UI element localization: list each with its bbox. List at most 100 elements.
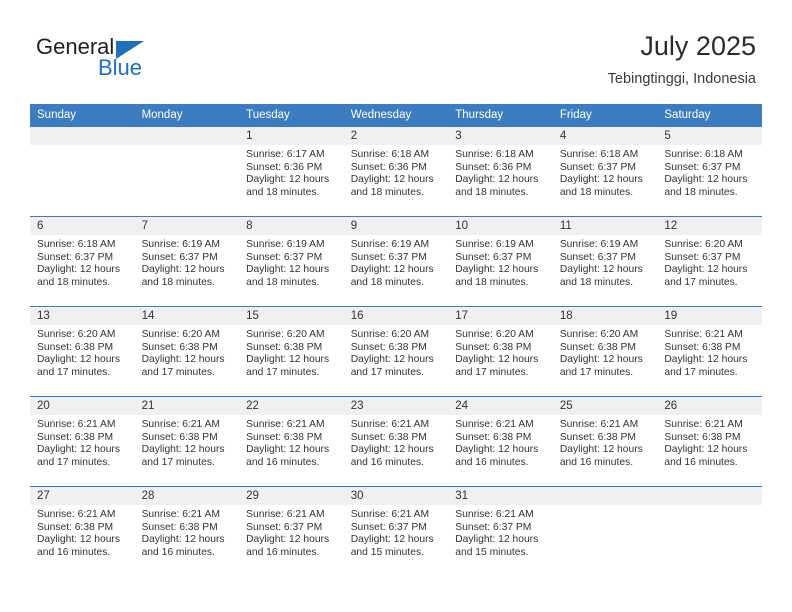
sunrise-text: Sunrise: 6:19 AM <box>350 239 430 250</box>
calendar-head: Sunday Monday Tuesday Wednesday Thursday Frid… <box>30 104 762 127</box>
sunrise-text: Sunrise: 6:18 AM <box>455 149 534 160</box>
day-number: 6 <box>30 217 135 235</box>
daylight-text-line2: and 18 minutes. <box>455 186 529 198</box>
sunset-text: Sunset: 6:36 PM <box>455 161 532 173</box>
day-number: 26 <box>657 397 762 415</box>
daylight-text-line2: and 17 minutes. <box>37 366 111 378</box>
calendar-day-cell[interactable]: 15 Sunrise: 6:20 AM Sunset: 6:38 PM Dayligh… <box>239 306 344 397</box>
calendar-day-cell[interactable]: 20 Sunrise: 6:21 AM Sunset: 6:38 PM Dayligh… <box>30 396 135 487</box>
day-cell-inner: 13 Sunrise: 6:20 AM Sunset: 6:38 PM Dayligh… <box>30 307 135 396</box>
calendar-day-cell[interactable]: 26 Sunrise: 6:21 AM Sunset: 6:38 PM Dayligh… <box>657 396 762 487</box>
daylight-text-line1: Daylight: 12 hours <box>141 444 225 456</box>
daylight-text-line2: and 17 minutes. <box>664 276 738 288</box>
calendar-day-cell[interactable]: 30 Sunrise: 6:21 AM Sunset: 6:37 PM Dayligh… <box>343 486 449 576</box>
sunrise-text: Sunrise: 6:18 AM <box>559 149 639 160</box>
day-cell-inner: 5 Sunrise: 6:18 AM Sunset: 6:37 PM Daylight… <box>657 127 762 216</box>
calendar-day-cell[interactable]: 24 Sunrise: 6:21 AM Sunset: 6:38 PM Dayligh… <box>448 396 553 487</box>
day-details: Sunrise: 6:20 AM Sunset: 6:38 PM Daylight:… <box>553 325 658 379</box>
calendar-day-cell[interactable]: 29 Sunrise: 6:21 AM Sunset: 6:37 PM Dayligh… <box>239 486 344 576</box>
calendar-day-cell[interactable]: 7 Sunrise: 6:19 AM Sunset: 6:37 PM Daylight… <box>134 216 240 307</box>
calendar-day-cell[interactable]: 12 Sunrise: 6:20 AM Sunset: 6:37 PM Dayligh… <box>657 216 762 307</box>
calendar-day-cell-empty <box>30 127 135 217</box>
daylight-text-line2: and 17 minutes. <box>350 366 424 378</box>
calendar-day-cell[interactable]: 22 Sunrise: 6:21 AM Sunset: 6:38 PM Dayligh… <box>239 396 344 487</box>
day-number: 30 <box>343 487 449 505</box>
calendar-day-cell[interactable]: 11 Sunrise: 6:19 AM Sunset: 6:37 PM Dayligh… <box>552 216 658 307</box>
calendar-day-cell[interactable]: 5 Sunrise: 6:18 AM Sunset: 6:37 PM Daylight… <box>657 127 762 217</box>
sunset-text: Sunset: 6:38 PM <box>455 341 532 353</box>
sunrise-text: Sunrise: 6:21 AM <box>350 509 430 520</box>
calendar-day-cell[interactable]: 2 Sunrise: 6:18 AM Sunset: 6:36 PM Daylight… <box>343 127 449 217</box>
daylight-text-line1: Daylight: 12 hours <box>664 354 748 366</box>
day-number: 4 <box>552 127 658 145</box>
calendar-day-cell[interactable]: 4 Sunrise: 6:18 AM Sunset: 6:37 PM Daylight… <box>552 127 658 217</box>
daylight-text-line2: and 17 minutes. <box>141 366 215 378</box>
day-number <box>30 127 135 145</box>
day-details: Sunrise: 6:21 AM Sunset: 6:38 PM Daylight:… <box>135 415 240 469</box>
sunset-text: Sunset: 6:36 PM <box>350 161 427 173</box>
day-details: Sunrise: 6:18 AM Sunset: 6:36 PM Daylight:… <box>448 145 553 199</box>
day-cell-inner: 14 Sunrise: 6:20 AM Sunset: 6:38 PM Dayligh… <box>134 307 240 396</box>
weekday-header-saturday: Saturday <box>657 104 762 127</box>
general-blue-logo[interactable]: General Blue <box>36 36 236 84</box>
calendar-day-cell[interactable]: 1 Sunrise: 6:17 AM Sunset: 6:36 PM Daylight… <box>239 127 344 217</box>
calendar-day-cell[interactable]: 6 Sunrise: 6:18 AM Sunset: 6:37 PM Daylight… <box>30 216 135 307</box>
calendar-day-cell[interactable]: 27 Sunrise: 6:21 AM Sunset: 6:38 PM Dayligh… <box>30 486 135 576</box>
day-cell-inner: 28 Sunrise: 6:21 AM Sunset: 6:38 PM Dayligh… <box>134 487 240 576</box>
daylight-text-line1: Daylight: 12 hours <box>664 264 748 276</box>
day-cell-inner: 27 Sunrise: 6:21 AM Sunset: 6:38 PM Dayligh… <box>30 487 135 576</box>
calendar-day-cell[interactable]: 31 Sunrise: 6:21 AM Sunset: 6:37 PM Dayligh… <box>448 486 553 576</box>
daylight-text-line1: Daylight: 12 hours <box>559 174 643 186</box>
day-number: 20 <box>30 397 135 415</box>
day-cell-inner: 6 Sunrise: 6:18 AM Sunset: 6:37 PM Daylight… <box>30 217 135 306</box>
calendar-day-cell[interactable]: 16 Sunrise: 6:20 AM Sunset: 6:38 PM Dayligh… <box>343 306 449 397</box>
day-cell-inner: 1 Sunrise: 6:17 AM Sunset: 6:36 PM Daylight… <box>239 127 344 216</box>
calendar-week-row: 6 Sunrise: 6:18 AM Sunset: 6:37 PM Daylight… <box>30 216 762 307</box>
sunrise-text: Sunrise: 6:21 AM <box>559 419 639 430</box>
day-number: 27 <box>30 487 135 505</box>
calendar-day-cell[interactable]: 18 Sunrise: 6:20 AM Sunset: 6:38 PM Dayligh… <box>552 306 658 397</box>
daylight-text-line2: and 18 minutes. <box>350 276 424 288</box>
daylight-text-line2: and 16 minutes. <box>559 456 634 468</box>
day-number: 17 <box>448 307 553 325</box>
calendar-day-cell[interactable]: 28 Sunrise: 6:21 AM Sunset: 6:38 PM Dayligh… <box>134 486 240 576</box>
calendar-day-cell[interactable]: 3 Sunrise: 6:18 AM Sunset: 6:36 PM Daylight… <box>448 127 553 217</box>
calendar-day-cell[interactable]: 19 Sunrise: 6:21 AM Sunset: 6:38 PM Dayligh… <box>657 306 762 397</box>
day-details: Sunrise: 6:18 AM Sunset: 6:37 PM Daylight:… <box>30 235 135 289</box>
day-number: 25 <box>552 397 658 415</box>
weekday-header-sunday: Sunday <box>30 104 135 127</box>
calendar-day-cell[interactable]: 25 Sunrise: 6:21 AM Sunset: 6:38 PM Dayligh… <box>552 396 658 487</box>
calendar-day-cell[interactable]: 23 Sunrise: 6:21 AM Sunset: 6:38 PM Dayligh… <box>343 396 449 487</box>
sunset-text: Sunset: 6:38 PM <box>664 431 741 443</box>
day-number: 10 <box>448 217 553 235</box>
daylight-text-line1: Daylight: 12 hours <box>141 534 225 546</box>
calendar-day-cell[interactable]: 9 Sunrise: 6:19 AM Sunset: 6:37 PM Daylight… <box>343 216 449 307</box>
sunset-text: Sunset: 6:36 PM <box>246 161 323 173</box>
sunrise-text: Sunrise: 6:21 AM <box>455 509 534 520</box>
calendar-day-cell[interactable]: 14 Sunrise: 6:20 AM Sunset: 6:38 PM Dayligh… <box>134 306 240 397</box>
calendar-day-cell[interactable]: 21 Sunrise: 6:21 AM Sunset: 6:38 PM Dayligh… <box>134 396 240 487</box>
day-number: 1 <box>239 127 344 145</box>
sunrise-text: Sunrise: 6:21 AM <box>37 509 116 520</box>
day-number <box>134 127 240 145</box>
location-subtitle: Tebingtinggi, Indonesia <box>607 71 756 87</box>
weekday-header-monday: Monday <box>134 104 240 127</box>
calendar-week-row: 20 Sunrise: 6:21 AM Sunset: 6:38 PM Dayligh… <box>30 396 762 487</box>
calendar-day-cell-empty <box>657 486 762 576</box>
sunset-text: Sunset: 6:38 PM <box>559 341 636 353</box>
day-cell-inner: 3 Sunrise: 6:18 AM Sunset: 6:36 PM Daylight… <box>448 127 553 216</box>
day-cell-inner: 2 Sunrise: 6:18 AM Sunset: 6:36 PM Daylight… <box>343 127 449 216</box>
calendar-week-row: 13 Sunrise: 6:20 AM Sunset: 6:38 PM Dayligh… <box>30 306 762 397</box>
daylight-text-line1: Daylight: 12 hours <box>350 354 434 366</box>
calendar-day-cell[interactable]: 8 Sunrise: 6:19 AM Sunset: 6:37 PM Daylight… <box>239 216 344 307</box>
calendar-day-cell[interactable]: 13 Sunrise: 6:20 AM Sunset: 6:38 PM Dayligh… <box>30 306 135 397</box>
day-number: 22 <box>239 397 344 415</box>
weekday-header-row: Sunday Monday Tuesday Wednesday Thursday Frid… <box>30 104 762 127</box>
sunrise-text: Sunrise: 6:19 AM <box>559 239 639 250</box>
calendar-day-cell[interactable]: 17 Sunrise: 6:20 AM Sunset: 6:38 PM Dayligh… <box>448 306 553 397</box>
sunset-text: Sunset: 6:38 PM <box>141 431 218 443</box>
calendar-day-cell[interactable]: 10 Sunrise: 6:19 AM Sunset: 6:37 PM Dayligh… <box>448 216 553 307</box>
sunrise-text: Sunrise: 6:20 AM <box>246 329 325 340</box>
daylight-text-line2: and 16 minutes. <box>141 546 215 558</box>
daylight-text-line1: Daylight: 12 hours <box>246 354 330 366</box>
